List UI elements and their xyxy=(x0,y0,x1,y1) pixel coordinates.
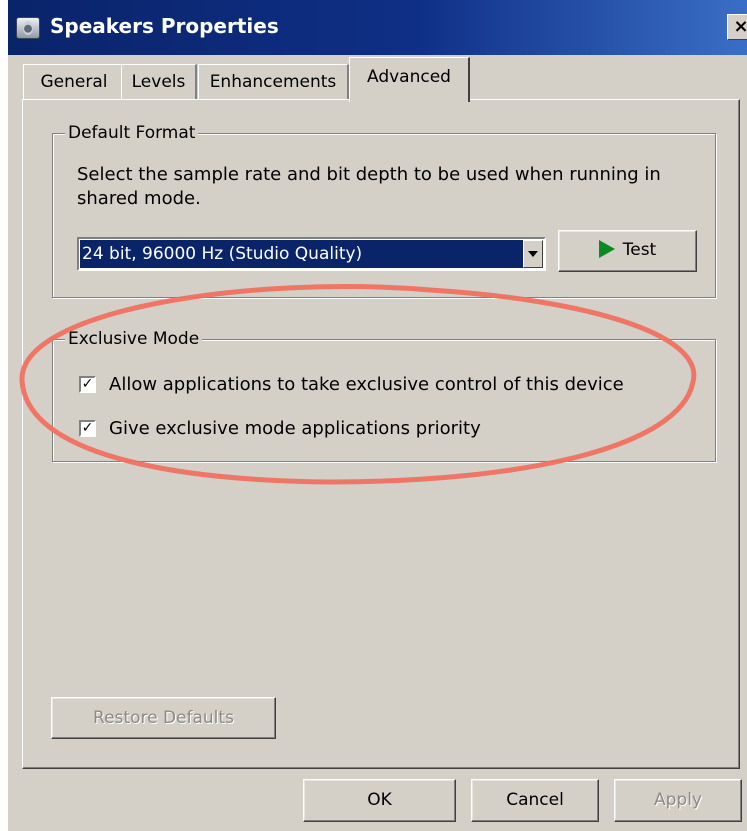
close-button[interactable]: × xyxy=(727,14,747,40)
play-icon xyxy=(598,239,615,258)
tab-general[interactable]: General xyxy=(23,64,126,99)
tab-enhancements[interactable]: Enhancements xyxy=(198,64,349,99)
exclusive-priority-label[interactable]: Give exclusive mode applications priorit… xyxy=(109,418,481,439)
apply-button: Apply xyxy=(614,779,742,822)
speaker-icon xyxy=(16,17,40,39)
restore-defaults-button: Restore Defaults xyxy=(51,697,276,739)
allow-exclusive-control-label[interactable]: Allow applications to take exclusive con… xyxy=(109,374,624,395)
allow-exclusive-control-checkbox[interactable]: ✓ xyxy=(79,376,96,393)
default-format-group: Default Format Select the sample rate an… xyxy=(52,123,716,298)
default-format-description: Select the sample rate and bit depth to … xyxy=(77,164,661,209)
chevron-down-icon[interactable] xyxy=(523,240,543,268)
speakers-properties-dialog: Speakers Properties × General Levels Enh… xyxy=(8,0,747,831)
exclusive-mode-legend: Exclusive Mode xyxy=(65,329,203,349)
test-button[interactable]: Test xyxy=(558,230,697,272)
exclusive-priority-checkbox[interactable]: ✓ xyxy=(79,420,96,437)
exclusive-mode-group: Exclusive Mode ✓ Allow applications to t… xyxy=(52,329,716,462)
test-button-label: Test xyxy=(622,240,657,260)
tab-levels[interactable]: Levels xyxy=(121,64,197,99)
window-title: Speakers Properties xyxy=(50,14,279,38)
ok-button[interactable]: OK xyxy=(303,779,456,822)
title-bar[interactable]: Speakers Properties × xyxy=(8,0,747,55)
sample-rate-selected-value[interactable]: 24 bit, 96000 Hz (Studio Quality) xyxy=(80,240,523,268)
cancel-button[interactable]: Cancel xyxy=(471,779,599,822)
sample-rate-dropdown[interactable]: 24 bit, 96000 Hz (Studio Quality) xyxy=(77,237,546,271)
tab-advanced[interactable]: Advanced xyxy=(349,57,470,102)
default-format-legend: Default Format xyxy=(65,123,199,143)
